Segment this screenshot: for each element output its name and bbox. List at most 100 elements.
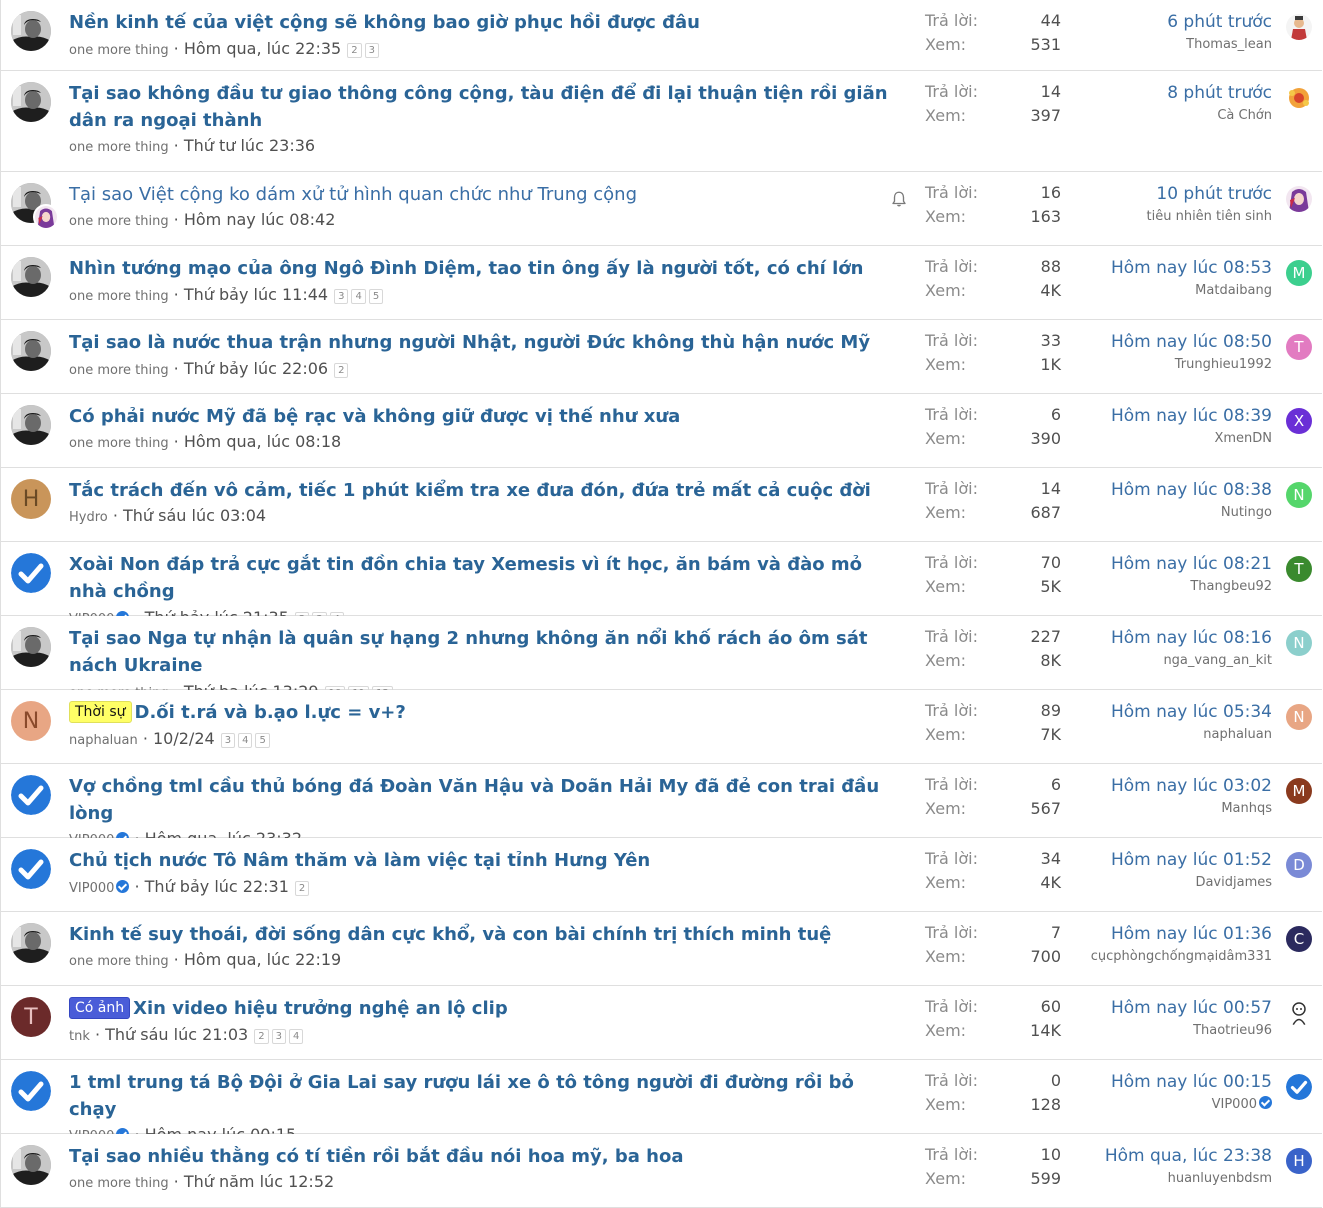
thread-start-date[interactable]: Hôm nay lúc 08:42 bbox=[184, 210, 336, 229]
thread-title-link[interactable]: Xoài Non đáp trả cực gắt tin đồn chia ta… bbox=[69, 554, 862, 602]
last-poster-avatar[interactable]: H bbox=[1286, 1148, 1312, 1174]
thread-row[interactable]: Nền kinh tế của việt cộng sẽ không bao g… bbox=[0, 0, 1322, 71]
thread-prefix-label[interactable]: Thời sự bbox=[69, 701, 132, 723]
last-post-time-link[interactable]: Hôm nay lúc 08:38 bbox=[1012, 479, 1272, 502]
last-post-time-link[interactable]: Hôm nay lúc 08:21 bbox=[1012, 553, 1272, 576]
last-poster-name[interactable]: naphaluan bbox=[1012, 724, 1272, 745]
last-post-time-link[interactable]: Hôm nay lúc 08:53 bbox=[1012, 257, 1272, 280]
page-link[interactable]: 3 bbox=[364, 43, 379, 58]
last-poster-avatar[interactable] bbox=[1286, 85, 1312, 111]
thread-start-date[interactable]: Thứ năm lúc 12:52 bbox=[184, 1172, 334, 1191]
thread-author-link[interactable]: one more thing bbox=[69, 140, 169, 155]
last-poster-username[interactable]: Cà Chớn bbox=[1217, 108, 1272, 123]
last-poster-username[interactable]: Nutingo bbox=[1221, 505, 1272, 520]
thread-title-link[interactable]: Tại sao không đầu tư giao thông công cộn… bbox=[69, 83, 888, 131]
last-poster-username[interactable]: Davidjames bbox=[1195, 875, 1272, 890]
thread-start-date[interactable]: Hôm qua, lúc 22:19 bbox=[184, 950, 341, 969]
page-link[interactable]: 2 bbox=[347, 43, 362, 58]
author-avatar[interactable] bbox=[11, 331, 51, 371]
last-post-time-link[interactable]: Hôm nay lúc 00:15 bbox=[1012, 1071, 1272, 1094]
thread-start-date[interactable]: Thứ bảy lúc 22:31 bbox=[145, 877, 289, 896]
thread-title-link[interactable]: Nhìn tướng mạo của ông Ngô Đình Diệm, ta… bbox=[69, 258, 863, 279]
thread-row[interactable]: Kinh tế suy thoái, đời sống dân cực khổ,… bbox=[0, 912, 1322, 986]
author-avatar[interactable] bbox=[11, 405, 51, 445]
last-post-time-link[interactable]: 10 phút trước bbox=[1012, 183, 1272, 206]
thread-title-link[interactable]: Tại sao Việt cộng ko dám xử tử hình quan… bbox=[69, 184, 637, 205]
thread-title-link[interactable]: Xin video hiệu trưởng nghệ an lộ clip bbox=[133, 998, 508, 1019]
last-post-time-link[interactable]: Hôm nay lúc 01:36 bbox=[1012, 923, 1272, 946]
author-avatar[interactable] bbox=[11, 923, 51, 963]
thread-start-date[interactable]: 10/2/24 bbox=[153, 729, 215, 748]
last-poster-avatar[interactable]: T bbox=[1286, 556, 1312, 582]
thread-row[interactable]: Tại sao là nước thua trận nhưng người Nh… bbox=[0, 320, 1322, 394]
last-poster-avatar[interactable] bbox=[1286, 1000, 1312, 1026]
thread-row[interactable]: Tại sao không đầu tư giao thông công cộn… bbox=[0, 71, 1322, 172]
last-post-time-link[interactable]: Hôm nay lúc 00:57 bbox=[1012, 997, 1272, 1020]
last-poster-name[interactable]: Thomas_lean bbox=[1012, 34, 1272, 55]
author-avatar[interactable] bbox=[11, 849, 51, 889]
page-link[interactable]: 2 bbox=[254, 1029, 269, 1044]
thread-row[interactable]: Có phải nước Mỹ đã bệ rạc và không giữ đ… bbox=[0, 394, 1322, 468]
thread-author-link[interactable]: Hydro bbox=[69, 510, 108, 525]
thread-title-link[interactable]: D.ối t.rá và b.ạo l.ực = v+? bbox=[135, 702, 406, 723]
thread-start-date[interactable]: Thứ sáu lúc 21:03 bbox=[105, 1025, 248, 1044]
thread-row[interactable]: H Tắc trách đến vô cảm, tiếc 1 phút kiểm … bbox=[0, 468, 1322, 542]
last-poster-name[interactable]: Manhqs bbox=[1012, 798, 1272, 819]
author-avatar[interactable] bbox=[11, 11, 51, 51]
thread-author-link[interactable]: one more thing bbox=[69, 289, 169, 304]
author-avatar[interactable] bbox=[11, 1145, 51, 1185]
thread-title-link[interactable]: Tại sao là nước thua trận nhưng người Nh… bbox=[69, 332, 870, 353]
last-poster-username[interactable]: tiêu nhiên tiên sinh bbox=[1147, 209, 1272, 224]
page-link[interactable]: 4 bbox=[288, 1029, 304, 1044]
page-link[interactable]: 2 bbox=[334, 363, 349, 378]
last-poster-avatar[interactable]: M bbox=[1286, 778, 1312, 804]
thread-title-link[interactable]: 1 tml trung tá Bộ Đội ở Gia Lai say rượu… bbox=[69, 1072, 854, 1120]
page-link[interactable]: 5 bbox=[255, 733, 270, 748]
last-poster-avatar[interactable]: X bbox=[1286, 408, 1312, 434]
thread-title-link[interactable]: Chủ tịch nước Tô Nâm thăm và làm việc tạ… bbox=[69, 850, 650, 871]
thread-prefix-label[interactable]: Có ảnh bbox=[69, 997, 131, 1019]
thread-row[interactable]: 1 tml trung tá Bộ Đội ở Gia Lai say rượu… bbox=[0, 1060, 1322, 1144]
thread-title-link[interactable]: Tắc trách đến vô cảm, tiếc 1 phút kiểm t… bbox=[69, 480, 871, 501]
author-avatar[interactable] bbox=[11, 82, 51, 122]
last-post-time-link[interactable]: 6 phút trước bbox=[1012, 11, 1272, 34]
last-poster-name[interactable]: Thaotrieu96 bbox=[1012, 1020, 1272, 1041]
last-poster-name[interactable]: tiêu nhiên tiên sinh bbox=[1012, 206, 1272, 227]
last-poster-avatar[interactable]: C bbox=[1286, 926, 1312, 952]
thread-row[interactable]: Nhìn tướng mạo của ông Ngô Đình Diệm, ta… bbox=[0, 246, 1322, 320]
last-poster-username[interactable]: naphaluan bbox=[1203, 727, 1272, 742]
page-link[interactable]: 3 bbox=[220, 733, 236, 748]
page-link[interactable]: 3 bbox=[271, 1029, 286, 1044]
thread-row[interactable]: Chủ tịch nước Tô Nâm thăm và làm việc tạ… bbox=[0, 838, 1322, 912]
author-avatar[interactable] bbox=[11, 553, 51, 593]
last-poster-username[interactable]: Thaotrieu96 bbox=[1193, 1023, 1272, 1038]
author-avatar[interactable]: N bbox=[11, 701, 51, 741]
last-poster-name[interactable]: XmenDN bbox=[1012, 428, 1272, 449]
thread-row[interactable]: Xoài Non đáp trả cực gắt tin đồn chia ta… bbox=[0, 542, 1322, 627]
last-poster-username[interactable]: nga_vang_an_kit bbox=[1163, 653, 1272, 668]
last-poster-username[interactable]: Thomas_lean bbox=[1186, 37, 1272, 52]
last-poster-name[interactable]: Matdaibang bbox=[1012, 280, 1272, 301]
last-post-time-link[interactable]: Hôm nay lúc 08:39 bbox=[1012, 405, 1272, 428]
last-poster-name[interactable]: VIP000 bbox=[1012, 1094, 1272, 1115]
thread-row[interactable]: N Thời sự D.ối t.rá và b.ạo l.ực = v+? naph… bbox=[0, 690, 1322, 764]
page-link[interactable]: 3 bbox=[334, 289, 349, 304]
last-post-time-link[interactable]: Hôm qua, lúc 23:38 bbox=[1012, 1145, 1272, 1168]
last-poster-username[interactable]: VIP000 bbox=[1212, 1097, 1257, 1112]
last-poster-avatar[interactable]: N bbox=[1286, 630, 1312, 656]
last-poster-name[interactable]: huanluyenbdsm bbox=[1012, 1168, 1272, 1189]
thread-title-link[interactable]: Vợ chồng tml cầu thủ bóng đá Đoàn Văn Hậ… bbox=[69, 776, 879, 824]
last-post-time-link[interactable]: Hôm nay lúc 03:02 bbox=[1012, 775, 1272, 798]
thread-start-date[interactable]: Thứ sáu lúc 03:04 bbox=[123, 506, 266, 525]
last-poster-avatar[interactable]: T bbox=[1286, 334, 1312, 360]
last-poster-avatar[interactable] bbox=[1286, 14, 1312, 40]
last-post-time-link[interactable]: Hôm nay lúc 08:50 bbox=[1012, 331, 1272, 354]
thread-start-date[interactable]: Thứ tư lúc 23:36 bbox=[184, 136, 315, 155]
thread-author-link[interactable]: one more thing bbox=[69, 436, 169, 451]
thread-author-link[interactable]: one more thing bbox=[69, 954, 169, 969]
last-poster-name[interactable]: nga_vang_an_kit bbox=[1012, 650, 1272, 671]
last-poster-name[interactable]: Thangbeu92 bbox=[1012, 576, 1272, 597]
author-avatar[interactable] bbox=[11, 257, 51, 297]
author-avatar[interactable]: H bbox=[11, 479, 51, 519]
thread-title-link[interactable]: Kinh tế suy thoái, đời sống dân cực khổ,… bbox=[69, 924, 831, 945]
